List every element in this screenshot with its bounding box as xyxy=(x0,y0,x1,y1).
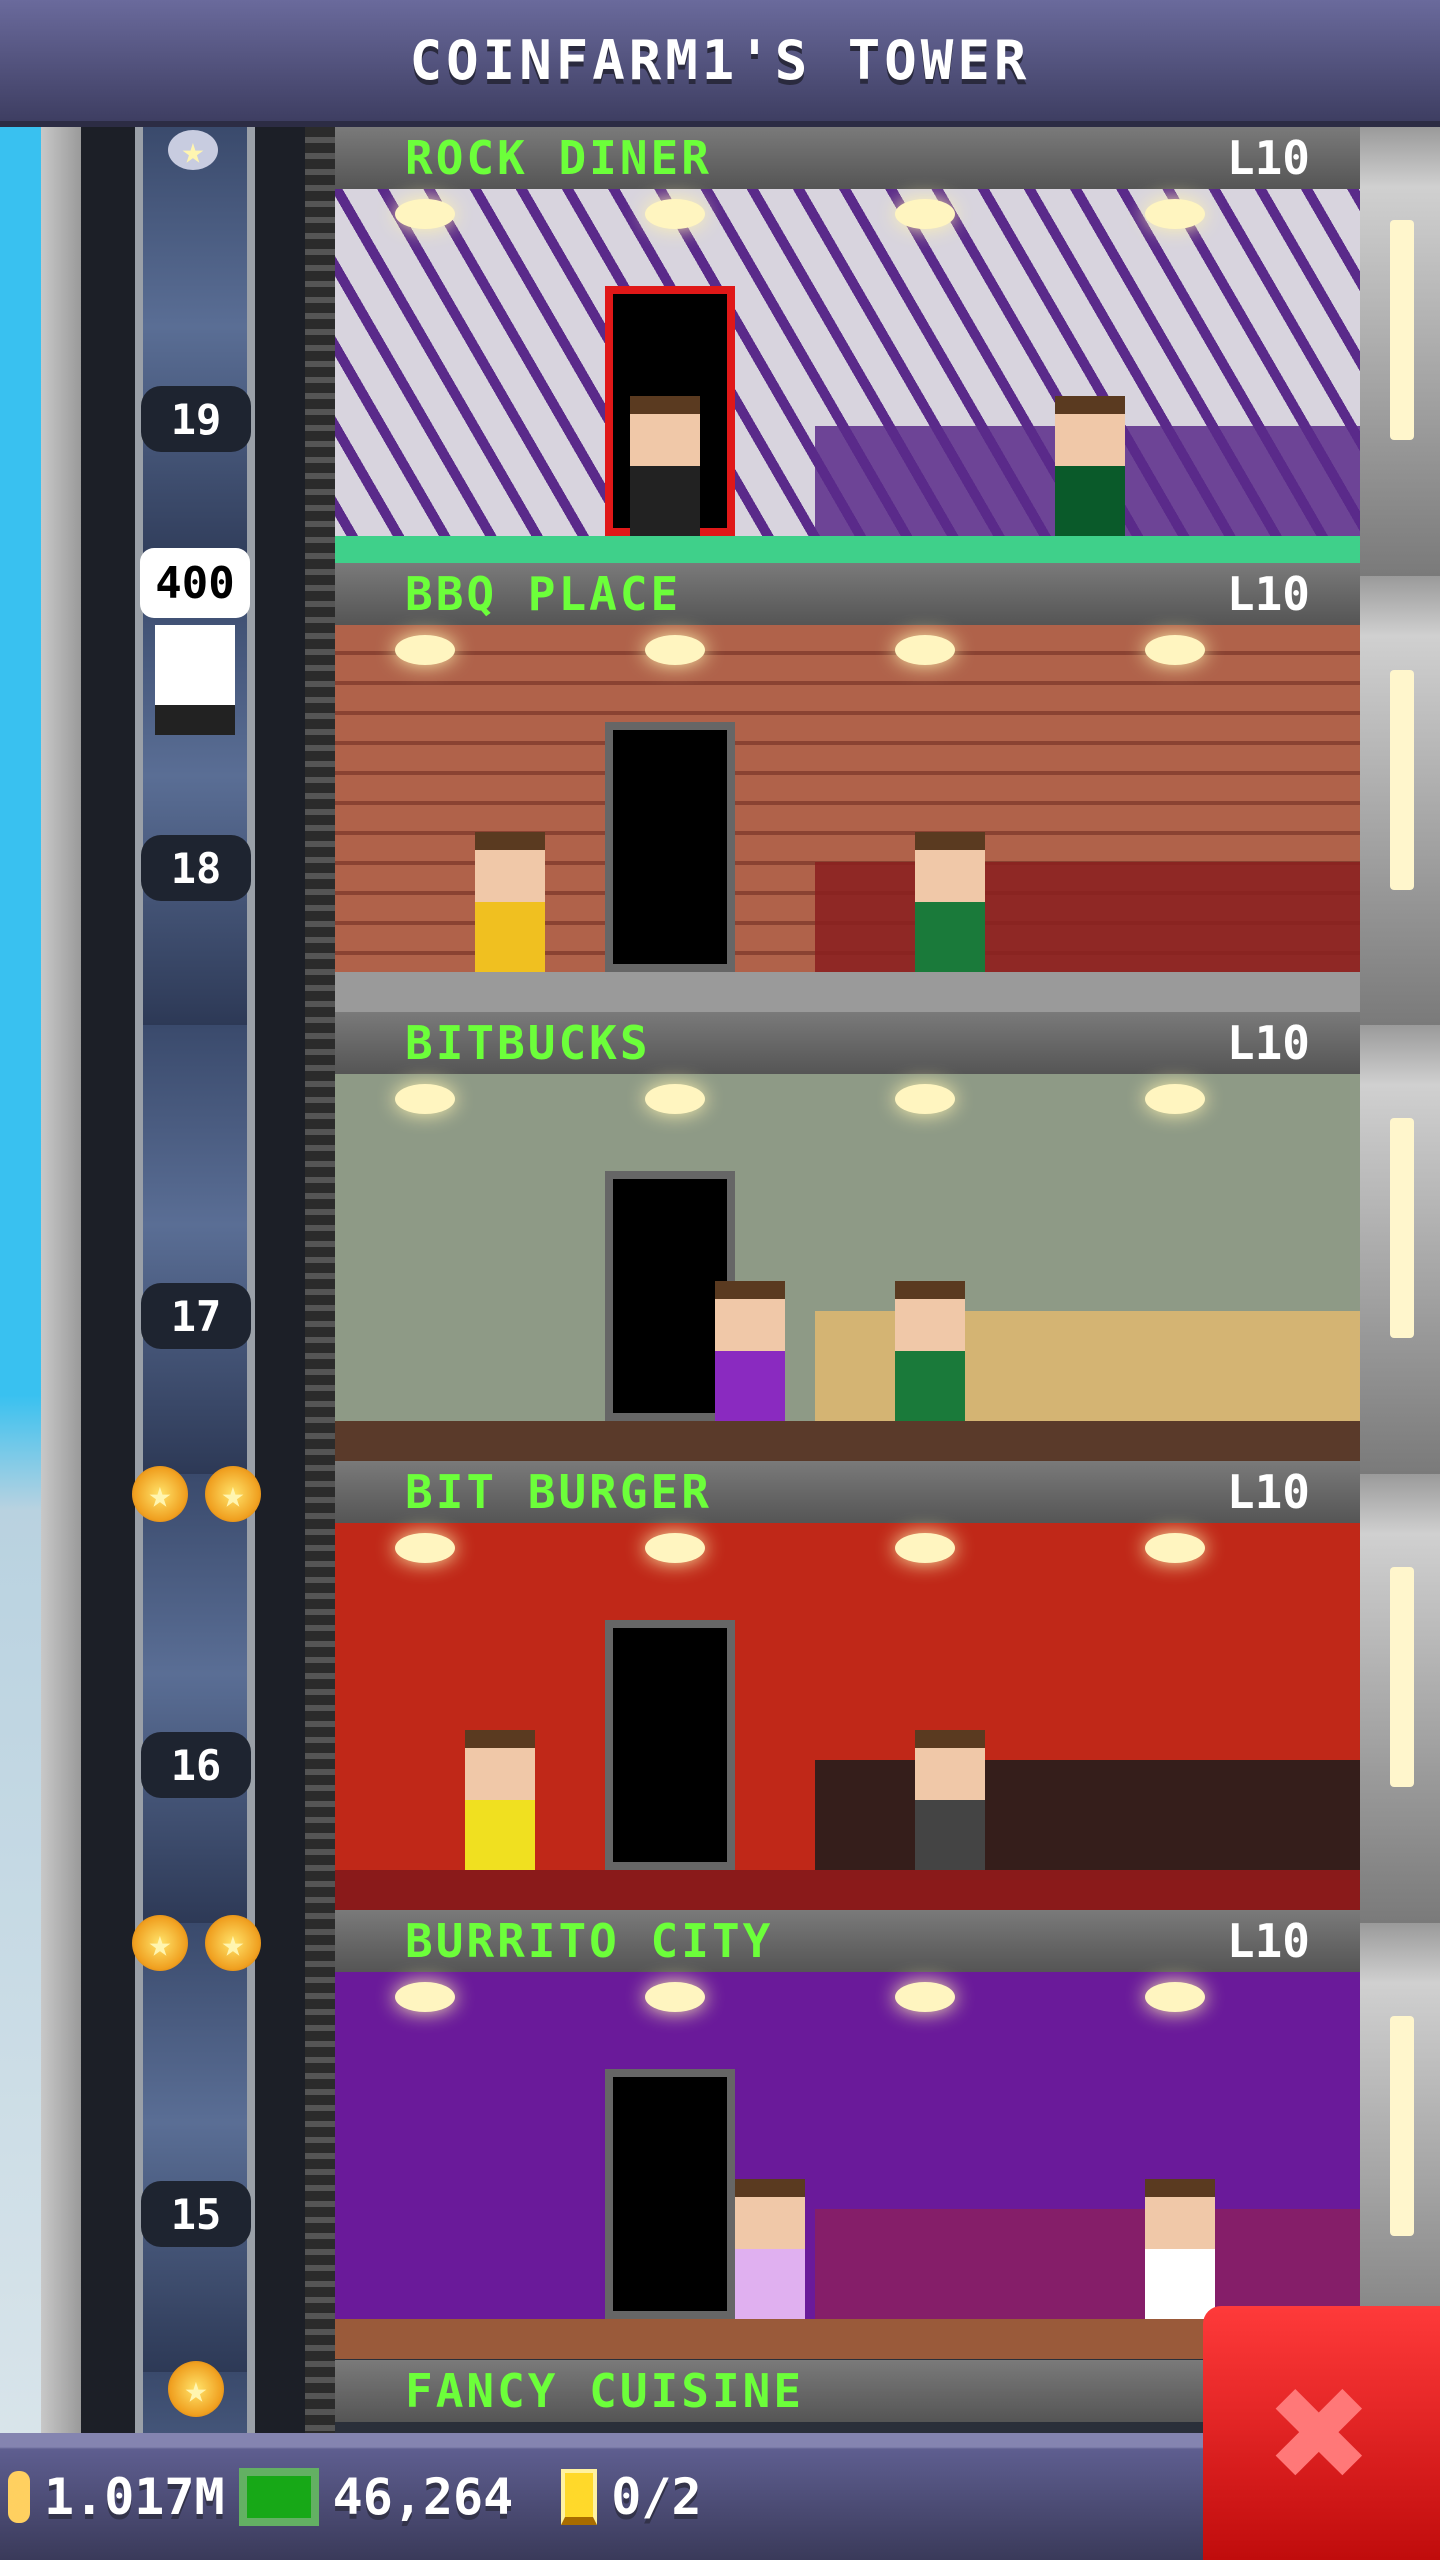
ceiling-lamp xyxy=(895,1982,955,2012)
ceiling-lamp xyxy=(645,635,705,665)
ticket-icon xyxy=(561,2468,598,2525)
ceiling-lamp xyxy=(1145,199,1205,229)
elevator-column[interactable] xyxy=(135,127,255,2433)
floor-name: BIT BURGER xyxy=(405,1465,712,1519)
bitizen[interactable] xyxy=(475,832,545,972)
tickets-value: 0/2 xyxy=(611,2467,702,2526)
floor-bit-burger[interactable]: BIT BURGER L10 xyxy=(335,1461,1360,1910)
bitizen[interactable] xyxy=(915,832,985,972)
star-icon: ★ xyxy=(132,1466,188,1522)
star-icon: ★ xyxy=(205,1466,261,1522)
floor-label-bar: ROCK DINER L10 xyxy=(335,127,1360,189)
ceiling-lamp xyxy=(1145,1982,1205,2012)
window xyxy=(1390,2016,1414,2236)
window xyxy=(1390,1567,1414,1787)
bux-value: 46,264 xyxy=(332,2467,514,2526)
ceiling-lamp xyxy=(395,635,455,665)
coins-value: 1.017M xyxy=(44,2467,225,2526)
elevator-operator[interactable] xyxy=(155,625,235,735)
counter xyxy=(815,1760,1360,1870)
floor-name: BBQ PLACE xyxy=(405,567,682,621)
room-interior[interactable] xyxy=(335,625,1360,1012)
counter xyxy=(815,2209,1360,2319)
ceiling-lamp xyxy=(645,1533,705,1563)
floor-level: L10 xyxy=(1226,1465,1310,1519)
bitizen[interactable] xyxy=(630,396,700,536)
floor-level: L10 xyxy=(1226,567,1310,621)
room-door xyxy=(605,2069,735,2319)
ceiling-lamp xyxy=(895,1084,955,1114)
ceiling-lamp xyxy=(395,1533,455,1563)
star-icon: ★ xyxy=(132,1915,188,1971)
floor-level: L10 xyxy=(1226,131,1310,185)
window xyxy=(1390,670,1414,890)
elevator-rail xyxy=(305,127,335,2433)
room-floor xyxy=(335,1870,1360,1910)
ceiling-lamp xyxy=(1145,1533,1205,1563)
bux-icon xyxy=(238,2467,319,2526)
floor-level: L10 xyxy=(1226,1914,1310,1968)
ceiling-lamp xyxy=(1145,635,1205,665)
room-door xyxy=(605,722,735,972)
floor-number: 17 xyxy=(141,1283,251,1349)
floor-rock-diner[interactable]: ROCK DINER L10 xyxy=(335,127,1360,576)
room-interior[interactable] xyxy=(335,1523,1360,1910)
close-icon: ✖ xyxy=(1270,2334,1373,2532)
sky xyxy=(0,127,41,2433)
floor-burrito-city[interactable]: BURRITO CITY L10 xyxy=(335,1910,1360,2359)
bitizen[interactable] xyxy=(465,1730,535,1870)
bitizen[interactable] xyxy=(895,1281,965,1421)
bitizen[interactable] xyxy=(1145,2179,1215,2319)
room-door xyxy=(605,1620,735,1870)
floor-label-bar: BBQ PLACE L10 xyxy=(335,563,1360,625)
coin-icon xyxy=(8,2470,30,2523)
ceiling-lamp xyxy=(895,199,955,229)
ceiling-lamp xyxy=(395,1084,455,1114)
floor-number: 19 xyxy=(141,386,251,452)
bitizen[interactable] xyxy=(715,1281,785,1421)
ceiling-lamp xyxy=(395,1982,455,2012)
bitizen[interactable] xyxy=(1055,396,1125,536)
ceiling-lamp xyxy=(1145,1084,1205,1114)
floor-bbq-place[interactable]: BBQ PLACE L10 xyxy=(335,563,1360,1012)
top-bar: COINFARM1'S TOWER xyxy=(0,0,1440,127)
star-icon: ★ xyxy=(168,2361,224,2417)
building-edge xyxy=(41,127,81,2433)
ceiling-lamp xyxy=(645,1084,705,1114)
floor-name: BURRITO CITY xyxy=(405,1914,774,1968)
floor-name: FANCY CUISINE xyxy=(405,2364,805,2418)
silver-star-icon: ★ xyxy=(168,128,218,172)
room-interior[interactable] xyxy=(335,1972,1360,2359)
tower-title: COINFARM1'S TOWER xyxy=(409,29,1031,92)
floor-number: 16 xyxy=(141,1732,251,1798)
window xyxy=(1390,1118,1414,1338)
ceiling-lamp xyxy=(645,199,705,229)
window xyxy=(1390,220,1414,440)
floor-bitbucks[interactable]: BITBUCKS L10 xyxy=(335,1012,1360,1461)
floor-label-bar: BITBUCKS L10 xyxy=(335,1012,1360,1074)
ceiling-lamp xyxy=(395,199,455,229)
ceiling-lamp xyxy=(645,1982,705,2012)
ceiling-lamp xyxy=(895,635,955,665)
floor-name: BITBUCKS xyxy=(405,1016,651,1070)
bitizen[interactable] xyxy=(735,2179,805,2319)
elevator-bubble[interactable]: 400 xyxy=(140,548,250,618)
room-interior[interactable] xyxy=(335,1074,1360,1461)
bitizen[interactable] xyxy=(915,1730,985,1870)
floor-number: 15 xyxy=(141,2181,251,2247)
ceiling-lamp xyxy=(895,1533,955,1563)
room-interior[interactable] xyxy=(335,189,1360,576)
room-floor xyxy=(335,1421,1360,1461)
close-button[interactable]: ✖ xyxy=(1203,2306,1440,2560)
star-icon: ★ xyxy=(205,1915,261,1971)
room-floor xyxy=(335,972,1360,1012)
floor-label-bar: BURRITO CITY L10 xyxy=(335,1910,1360,1972)
floor-level: L10 xyxy=(1226,1016,1310,1070)
floor-name: ROCK DINER xyxy=(405,131,712,185)
floor-label-bar: BIT BURGER L10 xyxy=(335,1461,1360,1523)
counter xyxy=(815,862,1360,972)
floor-number: 18 xyxy=(141,835,251,901)
